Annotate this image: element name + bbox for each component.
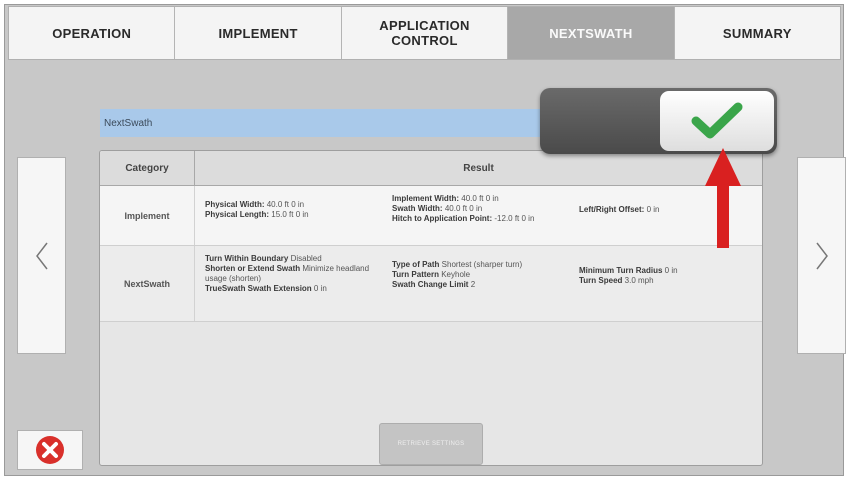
- field-value: Shortest (sharper turn): [441, 260, 523, 269]
- result-line: Implement Width: 40.0 ft 0 in: [392, 194, 582, 204]
- table-header: Category Result: [100, 151, 762, 186]
- result-line: Swath Change Limit 2: [392, 280, 577, 290]
- tab-summary[interactable]: SUMMARY: [675, 7, 840, 59]
- result-line: Minimum Turn Radius 0 in: [579, 266, 759, 276]
- field-value: 40.0 ft 0 in: [266, 200, 305, 209]
- confirm-toggle[interactable]: [540, 88, 777, 154]
- table-row: Implement Physical Width: 40.0 ft 0 in P…: [100, 186, 762, 246]
- column-header-result: Result: [463, 162, 494, 174]
- result-line: TrueSwath Swath Extension 0 in: [205, 284, 381, 294]
- tab-label: APPLICATION CONTROL: [379, 18, 470, 48]
- result-column: Physical Width: 40.0 ft 0 in Physical Le…: [205, 200, 385, 220]
- tab-nextswath[interactable]: NEXTSWATH: [508, 7, 675, 59]
- result-line: Turn Within Boundary Disabled: [205, 254, 381, 264]
- result-line: Type of Path Shortest (sharper turn): [392, 260, 577, 270]
- field-value: 3.0 mph: [624, 276, 654, 285]
- field-value: 0 in: [313, 284, 327, 293]
- next-page-button[interactable]: [797, 157, 846, 354]
- tab-bar: OPERATION IMPLEMENT APPLICATION CONTROL …: [8, 6, 841, 60]
- previous-page-button[interactable]: [17, 157, 66, 354]
- annotation-arrow-icon: [705, 148, 741, 248]
- field-value: Disabled: [290, 254, 322, 263]
- category-cell: NextSwath: [100, 246, 195, 321]
- results-table: Category Result Implement Physical Width…: [99, 150, 763, 466]
- field-value: 0 in: [646, 205, 660, 214]
- checkmark-icon: [691, 102, 743, 139]
- field-value: Keyhole: [441, 270, 471, 279]
- tab-label: OPERATION: [52, 25, 132, 41]
- field-label: Minimum Turn Radius: [579, 266, 663, 275]
- cancel-button[interactable]: [17, 430, 83, 470]
- result-line: Turn Pattern Keyhole: [392, 270, 577, 280]
- result-column: Implement Width: 40.0 ft 0 in Swath Widt…: [392, 194, 582, 224]
- result-column: Minimum Turn Radius 0 in Turn Speed 3.0 …: [579, 266, 759, 286]
- field-label: Type of Path: [392, 260, 440, 269]
- result-line: Physical Length: 15.0 ft 0 in: [205, 210, 385, 220]
- field-value: 2: [470, 280, 476, 289]
- field-label: Swath Width:: [392, 204, 443, 213]
- column-header-category: Category: [100, 151, 195, 185]
- result-line: Turn Speed 3.0 mph: [579, 276, 759, 286]
- category-cell: Implement: [100, 186, 195, 245]
- result-line: Physical Width: 40.0 ft 0 in: [205, 200, 385, 210]
- field-label: Physical Width:: [205, 200, 265, 209]
- retrieve-settings-button[interactable]: RETRIEVE SETTINGS: [379, 423, 483, 465]
- field-value: 0 in: [664, 266, 678, 275]
- tab-implement[interactable]: IMPLEMENT: [175, 7, 342, 59]
- result-column: Type of Path Shortest (sharper turn) Tur…: [392, 260, 577, 290]
- section-title-bar: NextSwath: [100, 109, 550, 137]
- result-line: Swath Width: 40.0 ft 0 in: [392, 204, 582, 214]
- table-row: NextSwath Turn Within Boundary Disabled …: [100, 246, 762, 322]
- retrieve-settings-label: RETRIEVE SETTINGS: [397, 441, 465, 447]
- field-value: -12.0 ft 0 in: [494, 214, 535, 223]
- result-column: Turn Within Boundary Disabled Shorten or…: [205, 254, 381, 294]
- tab-application-control[interactable]: APPLICATION CONTROL: [342, 7, 509, 59]
- field-label: TrueSwath Swath Extension: [205, 284, 312, 293]
- section-title: NextSwath: [104, 117, 153, 129]
- result-cell: Physical Width: 40.0 ft 0 in Physical Le…: [195, 186, 762, 245]
- field-label: Hitch to Application Point:: [392, 214, 493, 223]
- result-line: Shorten or Extend Swath Minimize headlan…: [205, 264, 381, 284]
- field-label: Swath Change Limit: [392, 280, 469, 289]
- field-label: Turn Pattern: [392, 270, 439, 279]
- close-circle-icon: [36, 436, 64, 464]
- chevron-right-icon: [815, 242, 828, 269]
- tab-label: NEXTSWATH: [549, 25, 633, 41]
- field-label: Turn Within Boundary: [205, 254, 289, 263]
- result-cell: Turn Within Boundary Disabled Shorten or…: [195, 246, 762, 321]
- field-label: Turn Speed: [579, 276, 623, 285]
- tab-label: IMPLEMENT: [218, 25, 298, 41]
- field-value: 15.0 ft 0 in: [271, 210, 309, 219]
- chevron-left-icon: [35, 242, 48, 269]
- field-value: 40.0 ft 0 in: [461, 194, 499, 203]
- field-value: 40.0 ft 0 in: [444, 204, 483, 213]
- field-label: Implement Width:: [392, 194, 460, 203]
- field-label: Physical Length:: [205, 210, 270, 219]
- result-line: Hitch to Application Point: -12.0 ft 0 i…: [392, 214, 582, 224]
- field-label: Left/Right Offset:: [579, 205, 645, 214]
- tab-operation[interactable]: OPERATION: [9, 7, 176, 59]
- tab-label: SUMMARY: [722, 25, 792, 41]
- confirm-button[interactable]: [660, 91, 774, 151]
- field-label: Shorten or Extend Swath: [205, 264, 301, 273]
